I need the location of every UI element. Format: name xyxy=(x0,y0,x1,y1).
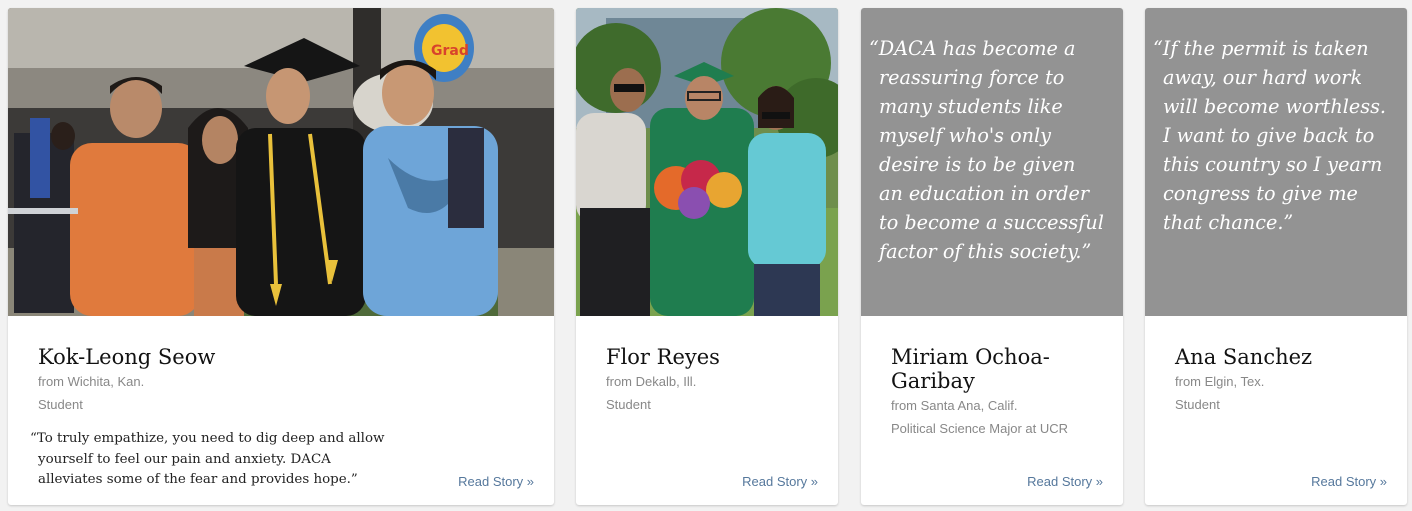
featured-quote: “If the permit is taken away, our hard w… xyxy=(1153,37,1387,234)
hometown: from Santa Ana, Calif. xyxy=(891,398,1018,413)
hometown: from Elgin, Tex. xyxy=(1175,374,1265,389)
role: Student xyxy=(606,397,651,412)
read-story-link[interactable]: Read Story » xyxy=(458,474,534,489)
featured-quote: “DACA has become a reassuring force to m… xyxy=(869,37,1104,263)
person-name: Miriam Ochoa-Garibay xyxy=(891,345,1050,393)
quote-panel: “If the permit is taken away, our hard w… xyxy=(1145,8,1407,316)
hometown: from Dekalb, Ill. xyxy=(606,374,697,389)
pull-quote: “To truly empathize, you need to dig dee… xyxy=(30,431,385,487)
quote-panel: “DACA has become a reassuring force to m… xyxy=(861,8,1123,316)
balloon-text: Grad xyxy=(431,43,469,59)
role: Political Science Major at UCR xyxy=(891,421,1069,436)
person-name: Kok-Leong Seow xyxy=(38,345,216,369)
read-story-link[interactable]: Read Story » xyxy=(1311,474,1387,489)
profile-card-flor-reyes: Flor Reyes from Dekalb, Ill. Student Rea… xyxy=(576,8,838,505)
profile-card-miriam-ochoa-garibay: “DACA has become a reassuring force to m… xyxy=(861,8,1123,505)
graduation-photo xyxy=(576,8,838,316)
profile-card-kok-leong-seow: Grad Kok-Leong Seow from Wichita, Kan. S… xyxy=(8,8,554,505)
person-name: Flor Reyes xyxy=(606,345,720,369)
role: Student xyxy=(38,397,83,412)
read-story-link[interactable]: Read Story » xyxy=(1027,474,1103,489)
role: Student xyxy=(1175,397,1220,412)
hometown: from Wichita, Kan. xyxy=(38,374,145,389)
graduation-photo: Grad xyxy=(8,8,554,316)
graduation-photo-illustration: Grad xyxy=(8,8,554,316)
profile-card-ana-sanchez: “If the permit is taken away, our hard w… xyxy=(1145,8,1407,505)
person-name: Ana Sanchez xyxy=(1175,345,1313,369)
read-story-link[interactable]: Read Story » xyxy=(742,474,818,489)
graduation-photo-illustration xyxy=(576,8,838,316)
